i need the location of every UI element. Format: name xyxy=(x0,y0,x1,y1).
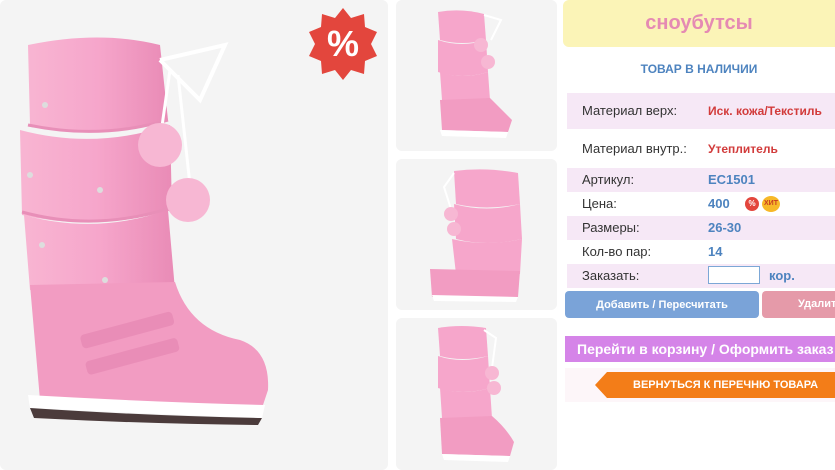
thumbnail-1[interactable] xyxy=(396,0,557,151)
hit-icon: ХИТ xyxy=(762,196,780,212)
spec-value: 26-30 xyxy=(708,220,742,235)
spec-value: Утеплитель xyxy=(708,142,778,156)
spec-row-sizes: Размеры: 26-30 xyxy=(567,216,835,240)
spec-value: Иск. кожа/Текстиль xyxy=(708,104,822,118)
spec-value: 14 xyxy=(708,244,723,259)
product-title-text: сноубутсы xyxy=(645,12,753,34)
spec-row-price: Цена: 400 % ХИТ xyxy=(567,192,835,216)
spec-row-article: Артикул: EC1501 xyxy=(567,168,835,192)
order-label: Заказать: xyxy=(582,268,640,283)
product-title: сноубутсы xyxy=(563,0,835,47)
spec-row-material-top: Материал верх: Иск. кожа/Текстиль xyxy=(567,93,835,129)
thumbnail-2[interactable] xyxy=(396,159,557,310)
sale-percent-badge: % xyxy=(307,8,379,80)
go-to-cart-button[interactable]: Перейти в корзину / Оформить заказ xyxy=(565,336,835,362)
spec-row-pairs: Кол-во пар: 14 xyxy=(567,240,835,264)
main-product-image[interactable]: % xyxy=(0,0,388,470)
sale-symbol: % xyxy=(327,23,359,64)
delete-button[interactable]: Удалить xyxy=(762,291,835,318)
spec-row-material-inner: Материал внутр.: Утеплитель xyxy=(567,131,835,167)
order-unit: кор. xyxy=(769,268,795,283)
spec-label: Материал верх: xyxy=(582,103,678,118)
back-container: ВЕРНУТЬСЯ К ПЕРЕЧНЮ ТОВАРА xyxy=(565,368,835,402)
spec-value: EC1501 xyxy=(708,172,755,187)
thumbnail-3[interactable] xyxy=(396,318,557,470)
back-to-list-button[interactable]: ВЕРНУТЬСЯ К ПЕРЕЧНЮ ТОВАРА xyxy=(595,372,835,398)
spec-label: Материал внутр.: xyxy=(582,141,687,156)
stock-status: ТОВАР В НАЛИЧИИ xyxy=(640,62,758,76)
quantity-input[interactable] xyxy=(708,266,760,284)
spec-label: Размеры: xyxy=(582,220,640,235)
add-recalculate-button[interactable]: Добавить / Пересчитать xyxy=(565,291,759,318)
spec-label: Артикул: xyxy=(582,172,635,187)
spec-label: Цена: xyxy=(582,196,617,211)
price-value: 400 xyxy=(708,196,730,211)
order-row: Заказать: кор. xyxy=(567,264,835,288)
discount-icon: % xyxy=(745,197,759,211)
spec-label: Кол-во пар: xyxy=(582,244,652,259)
